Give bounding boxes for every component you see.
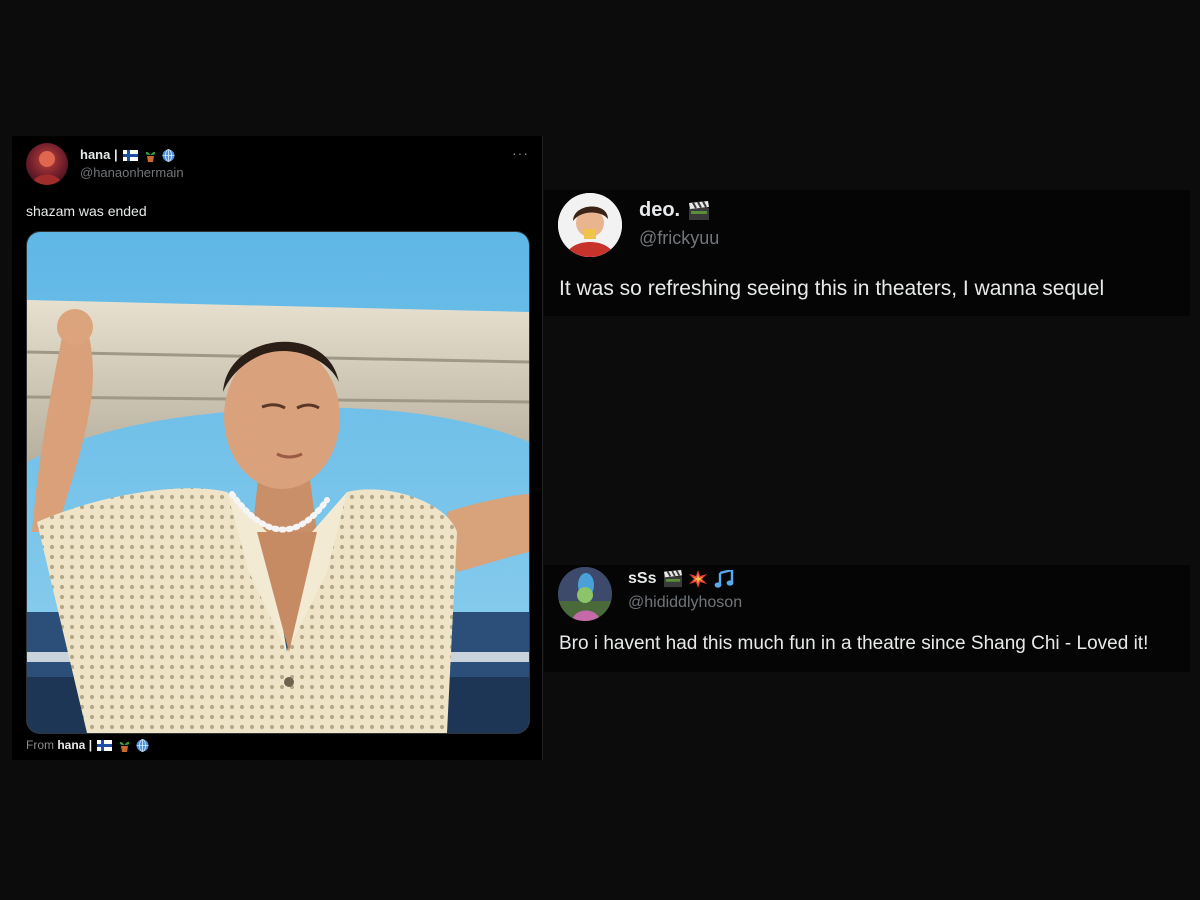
music-notes-icon	[714, 570, 734, 588]
tweet-text: Bro i havent had this much fun in a thea…	[559, 633, 1149, 654]
collision-icon	[689, 570, 708, 588]
avatar[interactable]	[558, 567, 612, 621]
source-attribution[interactable]: From hana |	[26, 738, 149, 753]
globe-icon	[162, 149, 175, 162]
tweet-card-hana[interactable]: hana | @hanaonhermain ··· shazam was end…	[12, 136, 543, 760]
avatar[interactable]	[26, 143, 68, 185]
tweet-text: It was so refreshing seeing this in thea…	[559, 277, 1105, 300]
clapper-board-icon	[688, 200, 709, 220]
display-name[interactable]: sSs	[628, 570, 734, 588]
globe-icon	[136, 739, 149, 753]
more-options-button[interactable]: ···	[512, 145, 529, 161]
user-handle[interactable]: @hididdlyhoson	[628, 594, 742, 612]
potted-plant-icon	[145, 151, 156, 163]
user-handle[interactable]: @frickyuu	[639, 228, 719, 249]
user-handle[interactable]: @hanaonhermain	[80, 165, 184, 180]
finland-flag-icon	[97, 740, 113, 752]
finland-flag-icon	[123, 150, 139, 162]
tweet-media-image[interactable]	[26, 231, 530, 734]
display-name[interactable]: hana |	[80, 147, 175, 163]
display-name[interactable]: deo.	[639, 199, 710, 222]
tweet-card-deo[interactable]: deo. @frickyuu It was so refreshing seei…	[544, 190, 1190, 316]
tweet-card-sss[interactable]: sSs @hididdlyhoson Bro i havent had this…	[544, 565, 1190, 672]
tweet-text: shazam was ended	[26, 203, 147, 219]
potted-plant-icon	[119, 742, 130, 753]
avatar[interactable]	[558, 193, 622, 257]
clapper-board-icon	[663, 570, 682, 588]
